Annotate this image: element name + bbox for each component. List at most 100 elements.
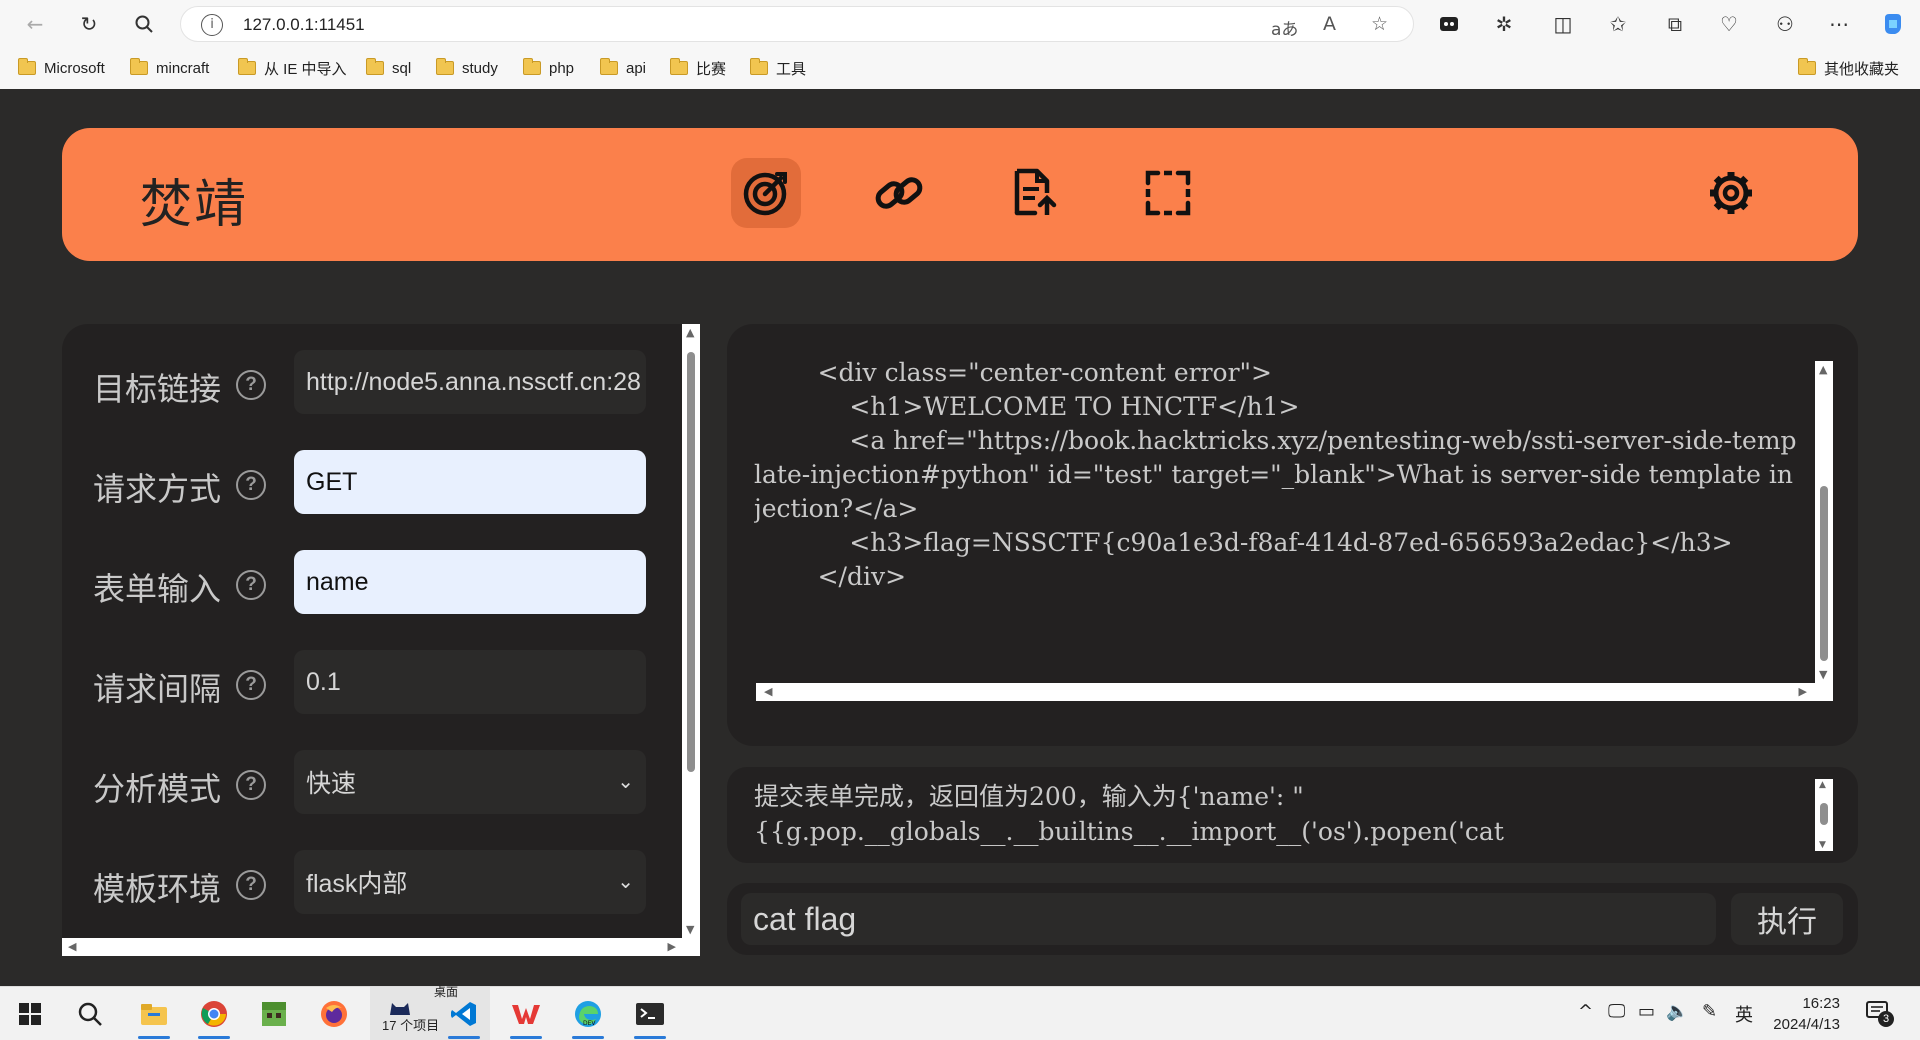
help-icon[interactable]: ? — [236, 670, 266, 700]
file-upload-icon[interactable] — [999, 158, 1069, 228]
address-bar[interactable]: i 127.0.0.1:11451 aあ A ☆ — [180, 6, 1414, 42]
scroll-down-arrow-icon[interactable]: ▼ — [1819, 840, 1826, 850]
folder-icon — [750, 58, 768, 75]
more-menu-icon[interactable]: ⋯ — [1824, 10, 1854, 38]
wps-icon[interactable] — [506, 995, 546, 1039]
help-icon[interactable]: ? — [236, 570, 266, 600]
analysis-mode-select[interactable]: 快速 ⌄ — [294, 750, 646, 814]
bookmark-other-favorites[interactable]: 其他收藏夹 — [1798, 56, 1899, 80]
browser-essentials-icon[interactable]: ♡ — [1714, 10, 1744, 38]
bookmark-microsoft[interactable]: Microsoft — [18, 56, 105, 80]
read-aloud-icon[interactable]: A — [1323, 13, 1336, 35]
template-env-select[interactable]: flask内部 ⌄ — [294, 850, 646, 914]
search-icon[interactable] — [70, 995, 110, 1033]
url-text[interactable]: 127.0.0.1:11451 — [243, 15, 365, 35]
response-output-text[interactable]: <div class="center-content error"> <h1>W… — [754, 356, 1799, 656]
bookmark-sql[interactable]: sql — [366, 56, 411, 80]
vscode-icon[interactable] — [444, 995, 484, 1039]
help-icon[interactable]: ? — [236, 470, 266, 500]
active-indicator — [634, 1036, 666, 1039]
workspaces-icon[interactable]: ⚇ — [1770, 10, 1800, 38]
help-icon[interactable]: ? — [236, 870, 266, 900]
firefox-icon[interactable] — [314, 995, 354, 1033]
method-label: 请求方式 — [93, 470, 222, 508]
status-log-text[interactable]: 提交表单完成，返回值为200，输入为{'name': "{{g.pop.__gl… — [754, 779, 1794, 851]
notification-icon[interactable]: 3 — [1866, 1001, 1894, 1027]
scrollbar-thumb[interactable] — [687, 352, 695, 772]
edge-dev-icon[interactable]: DEV — [568, 995, 608, 1039]
scroll-left-arrow-icon[interactable]: ◀ — [68, 940, 76, 953]
app-cat-icon — [390, 1003, 410, 1015]
chevron-up-icon[interactable]: ^ — [1578, 1001, 1593, 1022]
help-icon[interactable]: ? — [236, 770, 266, 800]
site-info-icon[interactable]: i — [201, 14, 223, 36]
settings-form: 目标链接 ? http://node5.anna.nssctf.cn:28 请求… — [62, 324, 695, 951]
app-header: 焚靖 — [62, 128, 1858, 261]
scroll-down-arrow-icon[interactable]: ▼ — [1819, 668, 1827, 681]
scroll-left-arrow-icon[interactable]: ◀ — [764, 685, 772, 698]
chrome-icon[interactable] — [194, 995, 234, 1039]
favorites-icon[interactable]: ✩ — [1603, 10, 1633, 38]
help-icon[interactable]: ? — [236, 370, 266, 400]
scroll-down-arrow-icon[interactable]: ▼ — [686, 923, 694, 936]
gear-icon[interactable] — [1696, 158, 1766, 228]
execute-button[interactable]: 执行 — [1731, 893, 1843, 945]
network-icon[interactable]: 🖵 — [1608, 1001, 1625, 1022]
scrollbar-thumb[interactable] — [1820, 486, 1828, 661]
bookmark-api[interactable]: api — [600, 56, 646, 80]
bookmark-tools[interactable]: 工具 — [750, 56, 806, 80]
battery-icon[interactable]: ▭ — [1638, 1001, 1655, 1022]
scrollbar-thumb[interactable] — [1820, 803, 1828, 825]
windows-start-icon[interactable] — [10, 995, 50, 1033]
response-output-panel: <div class="center-content error"> <h1>W… — [727, 324, 1858, 746]
template-env-label: 模板环境 — [93, 870, 222, 908]
folder-icon — [436, 58, 454, 75]
volume-icon[interactable]: 🔈 — [1666, 1001, 1688, 1022]
split-screen-icon[interactable]: ◫ — [1548, 10, 1578, 38]
target-url-input[interactable]: http://node5.anna.nssctf.cn:28 — [294, 350, 646, 414]
folder-icon — [366, 58, 384, 75]
folder-icon — [238, 58, 256, 75]
translate-icon[interactable]: aあ — [1271, 15, 1298, 40]
bookmark-mincraft[interactable]: mincraft — [130, 56, 209, 80]
form-horizontal-scrollbar[interactable]: ◀ ▶ — [62, 938, 700, 956]
chevron-down-icon: ⌄ — [617, 869, 634, 893]
method-input[interactable]: GET — [294, 450, 646, 514]
command-input[interactable]: cat flag — [741, 893, 1716, 945]
scroll-right-arrow-icon[interactable]: ▶ — [1799, 685, 1807, 698]
back-arrow-icon[interactable]: ← — [18, 8, 52, 40]
puzzle-icon[interactable]: ✲ — [1489, 10, 1519, 38]
refresh-icon[interactable]: ↻ — [72, 8, 106, 40]
app-title: 焚靖 — [140, 175, 249, 235]
scroll-up-arrow-icon[interactable]: ▲ — [1819, 780, 1826, 790]
bookmark-php[interactable]: php — [523, 56, 574, 80]
input-language[interactable]: 英 — [1735, 1001, 1753, 1027]
copilot-icon[interactable] — [1878, 10, 1908, 38]
interval-input[interactable]: 0.1 — [294, 650, 646, 714]
scroll-right-arrow-icon[interactable]: ▶ — [668, 940, 676, 953]
scan-icon[interactable] — [1133, 158, 1203, 228]
terminal-icon[interactable] — [630, 995, 670, 1039]
collections-icon[interactable]: ⧉ — [1660, 10, 1690, 38]
form-row-form-input: 表单输入 ? name — [62, 550, 652, 616]
target-icon[interactable] — [731, 158, 801, 228]
clock[interactable]: 16:23 2024/4/13 — [1760, 993, 1840, 1035]
scroll-up-arrow-icon[interactable]: ▲ — [686, 326, 694, 339]
form-vertical-scrollbar[interactable]: ▲ ▼ — [682, 324, 700, 938]
search-icon[interactable] — [127, 8, 161, 40]
windows-taskbar: 桌面 17 个项目 DEV ^ 🖵 ▭ 🔈 ✎ 英 16:23 2024/4/1… — [0, 985, 1920, 1040]
bookmark-contest[interactable]: 比赛 — [670, 56, 726, 80]
link-icon[interactable] — [864, 158, 934, 228]
favorite-star-icon[interactable]: ☆ — [1371, 13, 1388, 35]
scroll-up-arrow-icon[interactable]: ▲ — [1819, 363, 1827, 376]
status-vertical-scrollbar[interactable]: ▲ ▼ — [1815, 779, 1833, 851]
output-horizontal-scrollbar[interactable]: ◀ ▶ — [756, 683, 1833, 701]
minecraft-icon[interactable] — [254, 995, 294, 1033]
pen-icon[interactable]: ✎ — [1702, 1001, 1717, 1022]
bookmark-ie-import[interactable]: 从 IE 中导入 — [238, 56, 347, 80]
file-explorer-icon[interactable] — [134, 995, 174, 1039]
extension-icon[interactable] — [1434, 10, 1464, 38]
output-vertical-scrollbar[interactable]: ▲ ▼ — [1815, 361, 1833, 683]
bookmark-study[interactable]: study — [436, 56, 498, 80]
form-input-field[interactable]: name — [294, 550, 646, 614]
